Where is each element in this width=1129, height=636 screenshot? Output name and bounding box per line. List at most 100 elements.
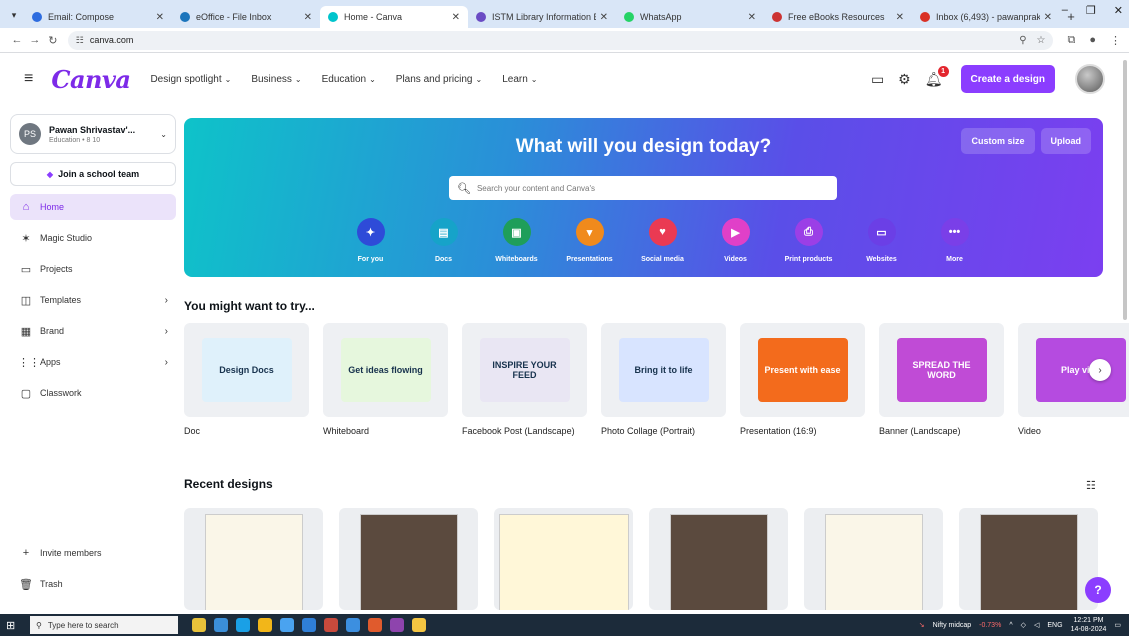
tab-close-icon[interactable]: ✕ xyxy=(304,12,312,23)
sidebar-item-invite[interactable]: + Invite members xyxy=(10,540,176,566)
custom-size-button[interactable]: Custom size xyxy=(961,128,1035,154)
site-info-icon[interactable]: ☷ xyxy=(76,35,84,46)
firefox-icon[interactable] xyxy=(368,618,382,632)
tab-close-icon[interactable]: ✕ xyxy=(1044,12,1052,23)
recent-design-card[interactable] xyxy=(494,508,633,610)
close-window-icon[interactable]: ✕ xyxy=(1114,4,1123,17)
recent-design-card[interactable] xyxy=(339,508,478,610)
upload-button[interactable]: Upload xyxy=(1040,128,1091,154)
nav-education[interactable]: Education ⌄ xyxy=(322,74,376,85)
windows-start-icon[interactable]: ⊞ xyxy=(6,619,24,632)
join-school-team-button[interactable]: ◆ Join a school team xyxy=(10,162,176,186)
sidebar-item-apps[interactable]: ⋮⋮ Apps › xyxy=(10,349,176,375)
reload-icon[interactable]: ↻ xyxy=(44,34,62,47)
tab-close-icon[interactable]: ✕ xyxy=(748,12,756,23)
user-avatar[interactable] xyxy=(1075,64,1105,94)
sidebar-item-magic-studio[interactable]: ✶ Magic Studio xyxy=(10,225,176,251)
category-for-you[interactable]: ✦ For you xyxy=(334,218,407,263)
browser-tab[interactable]: Email: Compose ✕ xyxy=(24,6,172,28)
menu-icon[interactable]: ≡ xyxy=(24,70,33,88)
create-design-button[interactable]: Create a design xyxy=(960,65,1055,93)
tray-chevron-icon[interactable]: ^ xyxy=(1009,622,1012,629)
task-view-icon[interactable] xyxy=(214,618,228,632)
browser-tab[interactable]: WhatsApp ✕ xyxy=(616,6,764,28)
suggestion-card[interactable]: Bring it to life Photo Collage (Portrait) xyxy=(601,323,726,436)
app-icon[interactable] xyxy=(390,618,404,632)
file-explorer-icon[interactable] xyxy=(258,618,272,632)
category-websites[interactable]: ▭ Websites xyxy=(845,218,918,263)
recent-design-card[interactable] xyxy=(804,508,943,610)
tab-close-icon[interactable]: ✕ xyxy=(156,12,164,23)
sidebar-item-templates[interactable]: ◫ Templates › xyxy=(10,287,176,313)
volume-icon[interactable]: ◁ xyxy=(1034,621,1039,629)
back-icon[interactable]: ← xyxy=(8,34,26,46)
notifications-bell-icon[interactable]: 🔔︎ 1 xyxy=(925,65,949,88)
canva-logo[interactable]: Canva xyxy=(51,65,131,94)
store-icon[interactable] xyxy=(280,618,294,632)
category-videos[interactable]: ▶ Videos xyxy=(699,218,772,263)
taskbar-search-input[interactable]: ⚲ Type here to search xyxy=(30,616,178,634)
help-button[interactable]: ? xyxy=(1085,577,1111,603)
browser-tab[interactable]: ISTM Library Information Bulle ✕ xyxy=(468,6,616,28)
network-icon[interactable]: ◇ xyxy=(1021,621,1026,629)
widgets-icon[interactable] xyxy=(192,618,206,632)
tab-close-icon[interactable]: ✕ xyxy=(452,12,460,23)
tab-search-icon[interactable]: ▾ xyxy=(4,4,24,26)
page-scrollbar[interactable] xyxy=(1123,60,1127,320)
desktop-app-icon[interactable]: ▭ xyxy=(871,71,884,88)
url-input[interactable]: ☷ canva.com ⚲ ☆ xyxy=(67,30,1054,50)
sidebar-item-projects[interactable]: ▭ Projects xyxy=(10,256,176,282)
nav-design-spotlight[interactable]: Design spotlight ⌄ xyxy=(150,74,231,85)
category-whiteboards[interactable]: ▣ Whiteboards xyxy=(480,218,553,263)
category-presentations[interactable]: ▾ Presentations xyxy=(553,218,626,263)
recent-design-card[interactable] xyxy=(959,508,1098,610)
clock[interactable]: 12:21 PM 14-08-2024 xyxy=(1071,616,1107,634)
language-indicator[interactable]: ENG xyxy=(1047,622,1062,629)
recent-design-card[interactable] xyxy=(649,508,788,610)
account-switcher[interactable]: PS Pawan Shrivastav'... Education • 8 10… xyxy=(10,114,176,154)
category-social-media[interactable]: ♥ Social media xyxy=(626,218,699,263)
nav-plans-pricing[interactable]: Plans and pricing ⌄ xyxy=(396,74,482,85)
browser-tab[interactable]: eOffice - File Inbox ✕ xyxy=(172,6,320,28)
category-print-products[interactable]: ⎙ Print products xyxy=(772,218,845,263)
category-more[interactable]: ••• More xyxy=(918,218,991,263)
suggestion-card[interactable]: Present with ease Presentation (16:9) xyxy=(740,323,865,436)
chrome-profile-icon[interactable] xyxy=(412,618,426,632)
recent-design-card[interactable] xyxy=(184,508,323,610)
notification-center-icon[interactable]: ▭ xyxy=(1114,621,1121,629)
category-docs[interactable]: ▤ Docs xyxy=(407,218,480,263)
browser-menu-icon[interactable]: ⋮ xyxy=(1110,34,1121,47)
extensions-icon[interactable]: ⧉ xyxy=(1067,34,1075,47)
sidebar-item-trash[interactable]: 🗑︎ Trash xyxy=(10,571,176,597)
edge-icon[interactable] xyxy=(236,618,250,632)
nav-business[interactable]: Business ⌄ xyxy=(251,74,301,85)
search-input[interactable]: 🔍︎ Search your content and Canva's xyxy=(449,176,837,200)
minimize-icon[interactable]: – xyxy=(1062,4,1068,17)
sidebar-item-classwork[interactable]: ▢ Classwork xyxy=(10,380,176,406)
restore-icon[interactable]: ❐ xyxy=(1086,4,1096,17)
nav-learn[interactable]: Learn ⌄ xyxy=(502,74,537,85)
chrome-icon[interactable] xyxy=(346,618,360,632)
browser-tab[interactable]: Home - Canva ✕ xyxy=(320,6,468,28)
browser-tab[interactable]: Free eBooks Resources ✕ xyxy=(764,6,912,28)
sidebar-item-home[interactable]: ⌂ Home xyxy=(10,194,176,220)
chevron-right-icon[interactable]: › xyxy=(1089,359,1111,381)
settings-gear-icon[interactable]: ⚙ xyxy=(898,71,911,88)
market-label[interactable]: Nifty midcap xyxy=(933,622,972,629)
suggestion-card[interactable]: INSPIRE YOUR FEED Facebook Post (Landscap… xyxy=(462,323,587,436)
sidebar-item-brand[interactable]: ▦ Brand › xyxy=(10,318,176,344)
zoom-icon[interactable]: ⚲ xyxy=(1019,35,1026,46)
suggestion-card[interactable]: Get ideas flowing Whiteboard xyxy=(323,323,448,436)
bookmark-star-icon[interactable]: ☆ xyxy=(1037,35,1046,46)
suggestion-card[interactable]: Design Docs Doc xyxy=(184,323,309,436)
suggestion-card[interactable]: Play vide Video xyxy=(1018,323,1129,436)
tab-close-icon[interactable]: ✕ xyxy=(896,12,904,23)
browser-tab[interactable]: Inbox (6,493) - pawanprakash ✕ xyxy=(912,6,1060,28)
tab-close-icon[interactable]: ✕ xyxy=(600,12,608,23)
grid-view-icon[interactable]: ☷ xyxy=(1086,479,1096,492)
profile-icon[interactable]: ● xyxy=(1089,34,1096,47)
mail-icon[interactable] xyxy=(302,618,316,632)
office-icon[interactable] xyxy=(324,618,338,632)
suggestion-card[interactable]: SPREAD THE WORD Banner (Landscape) xyxy=(879,323,1004,436)
forward-icon[interactable]: → xyxy=(26,34,44,46)
